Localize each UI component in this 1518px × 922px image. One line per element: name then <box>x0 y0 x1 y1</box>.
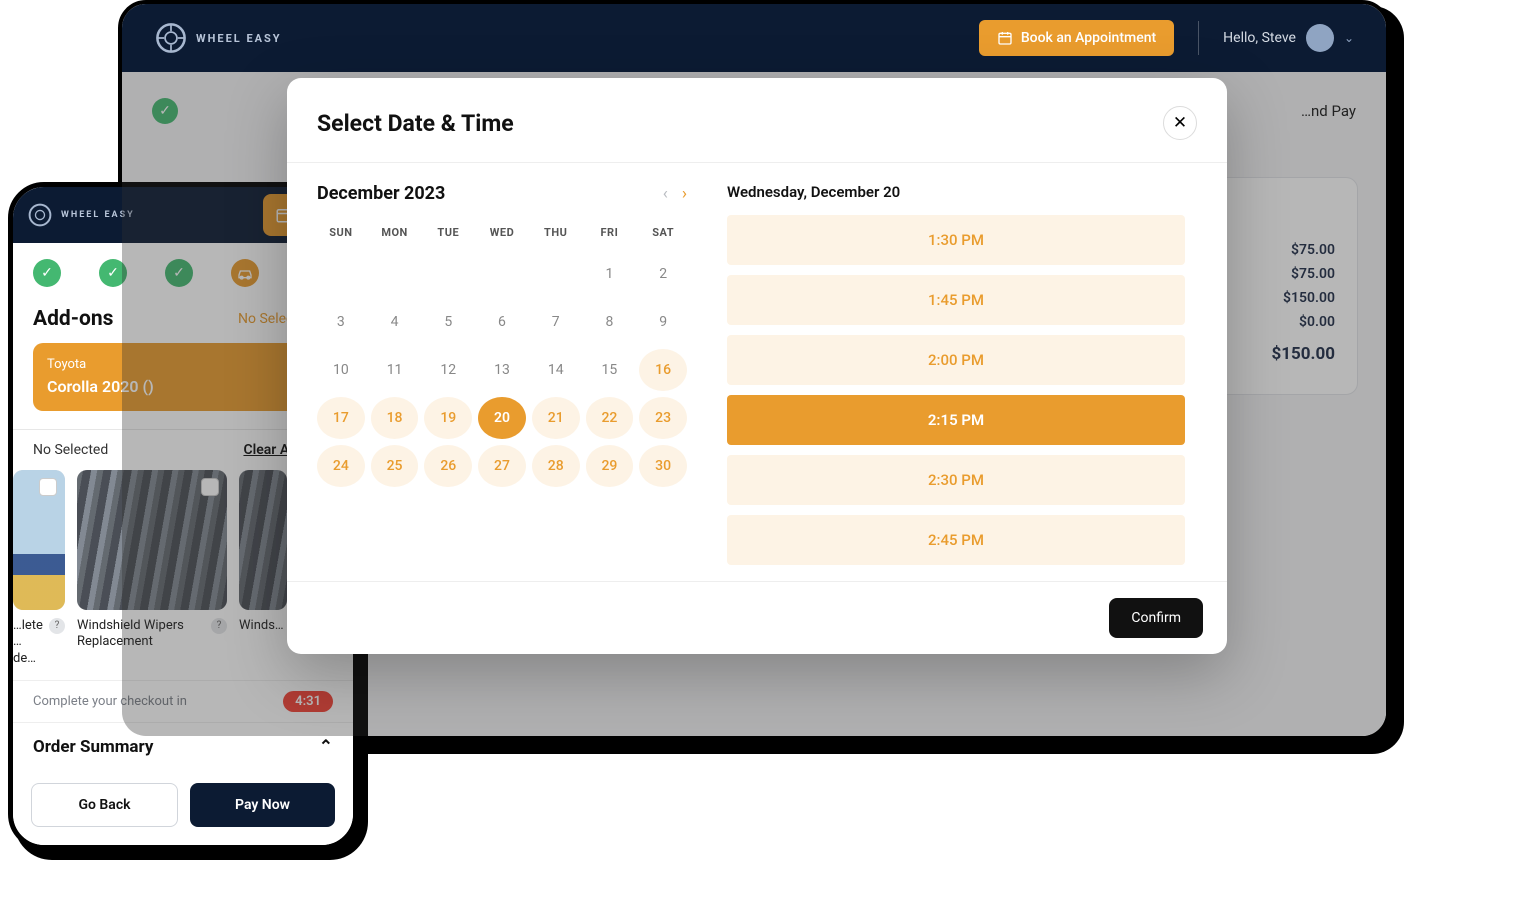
calendar-day: 3 <box>317 301 365 343</box>
close-button[interactable]: ✕ <box>1163 106 1197 140</box>
addon-title-row: …lete …de… ? <box>13 618 65 669</box>
calendar-dow: THU <box>532 218 580 247</box>
modal-title: Select Date & Time <box>317 110 514 137</box>
brand-logo: WHEEL EASY <box>27 202 135 228</box>
modal-header: Select Date & Time ✕ <box>287 78 1227 163</box>
calendar-day[interactable]: 26 <box>424 445 472 487</box>
time-slot[interactable]: 1:45 PM <box>727 275 1185 325</box>
book-appointment-button[interactable]: Book an Appointment <box>979 20 1174 56</box>
help-icon[interactable]: ? <box>49 618 65 634</box>
calendar-day[interactable]: 17 <box>317 397 365 439</box>
chevron-down-icon: ⌄ <box>1344 31 1354 45</box>
user-menu[interactable]: Hello, Steve ⌄ <box>1223 24 1354 52</box>
calendar-day[interactable]: 20 <box>478 397 526 439</box>
calendar-day[interactable]: 29 <box>586 445 634 487</box>
calendar-day: 10 <box>317 349 365 391</box>
calendar-panel: December 2023 ‹ › SUNMONTUEWEDTHUFRISAT … <box>317 183 687 571</box>
time-slot[interactable]: 2:30 PM <box>727 455 1185 505</box>
time-slot[interactable]: 1:30 PM <box>727 215 1185 265</box>
selected-date-heading: Wednesday, December 20 <box>727 183 1197 201</box>
calendar-nav: ‹ › <box>663 184 687 204</box>
addons-title: Add-ons <box>33 307 113 331</box>
calendar-day[interactable]: 18 <box>371 397 419 439</box>
calendar-day[interactable]: 25 <box>371 445 419 487</box>
date-time-modal: Select Date & Time ✕ December 2023 ‹ › S… <box>287 78 1227 654</box>
modal-footer: Confirm <box>287 581 1227 654</box>
addon-image <box>13 470 65 610</box>
calendar-day: 5 <box>424 301 472 343</box>
addon-checkbox[interactable] <box>39 478 57 496</box>
calendar-day: 11 <box>371 349 419 391</box>
go-back-label: Go Back <box>78 797 130 813</box>
tire-icon <box>154 21 188 55</box>
calendar-dow: WED <box>478 218 526 247</box>
prev-month-button[interactable]: ‹ <box>663 184 668 204</box>
calendar-day: 9 <box>639 301 687 343</box>
calendar-day[interactable]: 27 <box>478 445 526 487</box>
mobile-footer: Go Back Pay Now <box>13 771 353 845</box>
calendar-day[interactable]: 22 <box>586 397 634 439</box>
calendar-header: December 2023 ‹ › <box>317 183 687 204</box>
avatar <box>1306 24 1334 52</box>
step-1-done: ✓ <box>33 259 61 287</box>
calendar-dow: MON <box>371 218 419 247</box>
calendar-day[interactable]: 19 <box>424 397 472 439</box>
addon-card[interactable]: …lete …de… ? <box>13 470 65 669</box>
calendar-day[interactable]: 30 <box>639 445 687 487</box>
calendar-dow: TUE <box>424 218 472 247</box>
calendar-day: 7 <box>532 301 580 343</box>
calendar-day[interactable]: 21 <box>532 397 580 439</box>
time-slot[interactable]: 2:45 PM <box>727 515 1185 565</box>
calendar-day: 14 <box>532 349 580 391</box>
brand-logo: WHEEL EASY <box>154 21 282 55</box>
calendar-day: 12 <box>424 349 472 391</box>
calendar-dow: FRI <box>586 218 634 247</box>
calendar-dow: SUN <box>317 218 365 247</box>
calendar-day: 6 <box>478 301 526 343</box>
desktop-header: WHEEL EASY Book an Appointment Hello, St… <box>122 4 1386 72</box>
modal-body: December 2023 ‹ › SUNMONTUEWEDTHUFRISAT … <box>287 163 1227 581</box>
go-back-button[interactable]: Go Back <box>31 783 178 827</box>
header-divider <box>1198 21 1199 55</box>
calendar-dow: SAT <box>639 218 687 247</box>
tire-icon <box>27 202 53 228</box>
chevron-up-icon: ⌃ <box>319 737 333 757</box>
time-panel: Wednesday, December 20 1:30 PM 1:45 PM 2:0… <box>727 183 1197 571</box>
pay-now-label: Pay Now <box>235 797 290 813</box>
time-slot-list[interactable]: 1:30 PM 1:45 PM 2:00 PM 2:15 PM 2:30 PM 2:45 … <box>727 215 1197 571</box>
addon-status: No Selected <box>33 442 108 458</box>
calendar-day[interactable]: 23 <box>639 397 687 439</box>
calendar-day[interactable]: 24 <box>317 445 365 487</box>
time-slot[interactable]: 2:00 PM <box>727 335 1185 385</box>
calendar-day: 15 <box>586 349 634 391</box>
confirm-button[interactable]: Confirm <box>1109 598 1203 638</box>
next-month-button[interactable]: › <box>682 184 687 204</box>
close-icon: ✕ <box>1173 113 1187 133</box>
order-summary-label: Order Summary <box>33 737 153 757</box>
desktop-body: ✓ …nd Pay …mary $75.00…ms)$75.00$150.00$… <box>122 72 1386 736</box>
pay-now-button[interactable]: Pay Now <box>190 783 335 827</box>
calendar-month: December 2023 <box>317 183 445 204</box>
brand-name: WHEEL EASY <box>196 32 282 45</box>
calendar-day: 1 <box>586 253 634 295</box>
calendar-icon <box>997 30 1013 46</box>
calendar-day[interactable]: 16 <box>639 349 687 391</box>
addon-title: …lete …de… <box>13 618 43 669</box>
greeting-text: Hello, Steve <box>1223 30 1296 46</box>
desktop-app-window: WHEEL EASY Book an Appointment Hello, St… <box>118 0 1390 740</box>
calendar-day: 2 <box>639 253 687 295</box>
book-appointment-label: Book an Appointment <box>1021 30 1156 46</box>
confirm-label: Confirm <box>1131 610 1181 626</box>
time-slot[interactable]: 2:15 PM <box>727 395 1185 445</box>
calendar-day: 8 <box>586 301 634 343</box>
calendar-day[interactable]: 28 <box>532 445 580 487</box>
calendar-day: 13 <box>478 349 526 391</box>
calendar-day: 4 <box>371 301 419 343</box>
